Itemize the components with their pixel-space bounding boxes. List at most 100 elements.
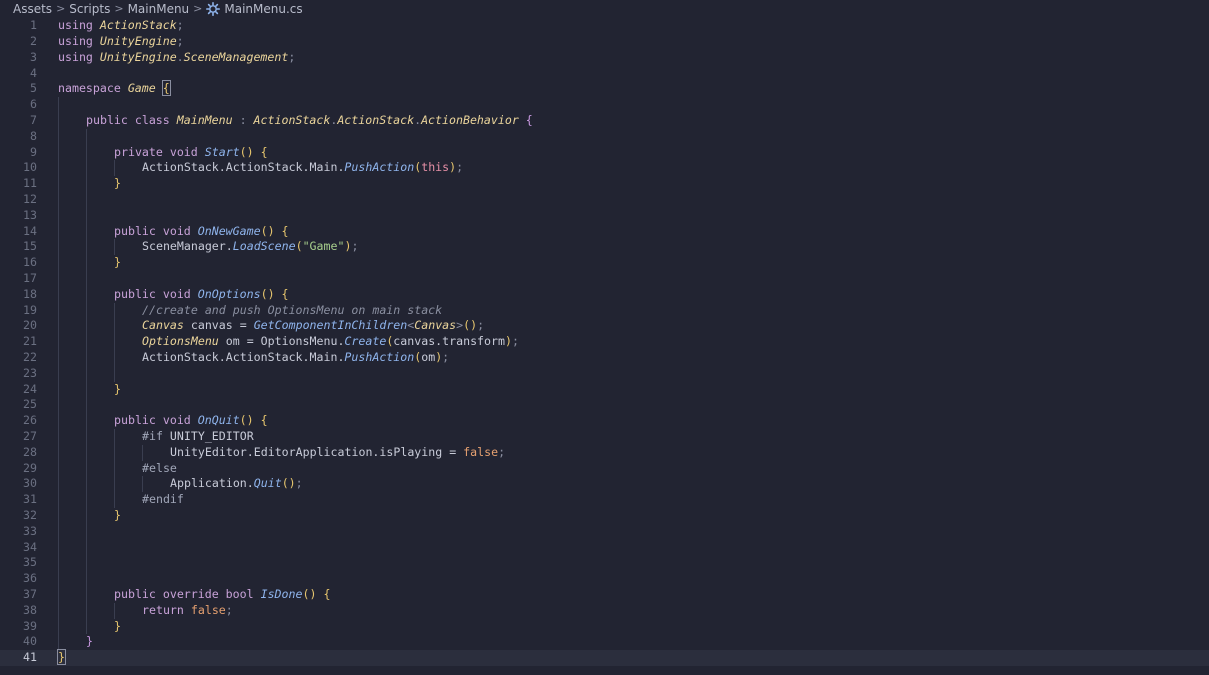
line-number: 23 [23, 365, 37, 380]
code-line[interactable]: 7 public class MainMenu : ActionStack.Act… [0, 113, 1209, 129]
code-line[interactable]: 33 [0, 523, 1209, 540]
code-token: public class [86, 113, 177, 127]
indent-guide [86, 381, 87, 398]
indent-guide [86, 223, 87, 240]
code-line[interactable]: 19 //create and push OptionsMenu on main … [0, 302, 1209, 319]
code-line[interactable]: 17 [0, 271, 1209, 287]
code-line[interactable]: 40} [0, 634, 1209, 651]
code-text: using UnityEngine; [58, 34, 184, 50]
code-line[interactable]: 24} [0, 381, 1209, 398]
breadcrumb-item-scripts[interactable]: Scripts [69, 2, 110, 16]
code-token: ; [176, 18, 184, 33]
line-number: 20 [23, 318, 37, 333]
code-text: using UnityEngine.SceneManagement; [58, 50, 295, 66]
indent-guide [86, 602, 87, 619]
code-line[interactable]: 39} [0, 618, 1209, 635]
code-line[interactable]: 10 ActionStack.ActionStack.Main.PushActio… [0, 160, 1209, 177]
code-token: ; [225, 602, 233, 617]
line-number: 41 [23, 650, 37, 665]
code-line[interactable]: 15 SceneManager.LoadScene("Game"); [0, 239, 1209, 256]
code-token: : [232, 113, 254, 127]
code-line[interactable]: 8 [0, 128, 1209, 145]
code-token: OnOptions [197, 286, 261, 301]
code-token: #if [142, 429, 170, 443]
line-number: 2 [30, 34, 37, 48]
indent-guide [114, 160, 115, 177]
code-line[interactable]: 34 [0, 539, 1209, 556]
code-line[interactable]: 2 using UnityEngine; [0, 34, 1209, 50]
indent-guide [58, 192, 59, 208]
indent-guide [86, 523, 87, 540]
breadcrumb-item-file[interactable]: MainMenu.cs [224, 2, 302, 16]
code-token: public void [114, 223, 198, 238]
indent-guide [58, 429, 59, 445]
code-line[interactable]: 30 Application.Quit(); [0, 476, 1209, 493]
code-line[interactable]: 18 public void OnOptions() { [0, 286, 1209, 303]
code-line[interactable]: 4 [0, 66, 1209, 82]
code-line[interactable]: 27 #if UNITY_EDITOR [0, 429, 1209, 445]
line-number: 17 [23, 271, 37, 285]
code-token: private void [114, 144, 205, 159]
indent-guide [86, 160, 87, 177]
line-number: 18 [23, 286, 37, 301]
line-number: 32 [23, 508, 37, 522]
code-token: #else [142, 460, 177, 475]
code-line[interactable]: 38 return false; [0, 602, 1209, 619]
line-number: 27 [23, 429, 37, 443]
code-text: Application.Quit(); [170, 476, 303, 492]
indent-guide [58, 634, 59, 651]
indent-guide [58, 539, 59, 556]
code-line[interactable]: 41} [0, 649, 1209, 666]
indent-guide [114, 444, 115, 461]
indent-guide [86, 508, 87, 524]
code-token: SceneManager. [142, 239, 233, 254]
line-number: 21 [23, 334, 37, 349]
code-line[interactable]: 13 [0, 207, 1209, 224]
code-text: #if UNITY_EDITOR [142, 429, 254, 445]
indent-guide [86, 492, 87, 508]
indent-guide [58, 207, 59, 224]
code-line[interactable]: 22 ActionStack.ActionStack.Main.PushActio… [0, 350, 1209, 366]
indent-guide [58, 176, 59, 192]
code-line[interactable]: 21 OptionsMenu om = OptionsMenu.Create(ca… [0, 334, 1209, 350]
indent-guide [86, 239, 87, 256]
code-line[interactable]: 28 UnityEditor.EditorApplication.isPlayin… [0, 444, 1209, 461]
code-line[interactable]: 5 namespace Game { [0, 80, 1209, 97]
code-token: { [281, 223, 289, 238]
code-token: this [421, 160, 450, 175]
code-line[interactable]: 12 [0, 192, 1209, 208]
code-line[interactable]: 16} [0, 255, 1209, 271]
indent-guide [58, 302, 59, 319]
code-line[interactable]: 6 [0, 97, 1209, 113]
code-text: } [57, 649, 66, 666]
code-token: } [114, 176, 121, 191]
code-line[interactable]: 37 public override bool IsDone() { [0, 587, 1209, 603]
code-line[interactable]: 25 [0, 397, 1209, 414]
code-line[interactable]: 20 Canvas canvas = GetComponentInChildren… [0, 318, 1209, 335]
breadcrumb-item-assets[interactable]: Assets [13, 2, 52, 16]
code-token: { [281, 286, 289, 301]
code-text: public void OnOptions() { [114, 287, 289, 303]
breadcrumb-item-mainmenu-folder[interactable]: MainMenu [128, 2, 190, 16]
line-number: 13 [23, 207, 37, 222]
code-line[interactable]: 31 #endif [0, 492, 1209, 508]
code-line[interactable]: 29 #else [0, 460, 1209, 477]
breadcrumb-separator: > [56, 2, 66, 15]
code-text: public override bool IsDone() { [114, 587, 330, 603]
indent-guide [58, 160, 59, 177]
code-line[interactable]: 26 public void OnQuit() { [0, 413, 1209, 429]
code-line[interactable]: 35 [0, 555, 1209, 572]
code-editor[interactable]: 1 using ActionStack; 2 using UnityEngine; 3 u… [0, 17, 1209, 675]
code-line[interactable]: 11} [0, 176, 1209, 192]
code-line[interactable]: 32} [0, 508, 1209, 524]
code-line[interactable]: 3 using UnityEngine.SceneManagement; [0, 50, 1209, 66]
indent-guide [142, 444, 143, 461]
code-line[interactable]: 23 [0, 365, 1209, 382]
code-line[interactable]: 1 using ActionStack; [0, 18, 1209, 34]
code-token: Game [127, 81, 156, 96]
indent-guide [86, 255, 87, 271]
code-token: ActionStack [337, 113, 415, 127]
code-line[interactable]: 9 private void Start() { [0, 144, 1209, 161]
code-line[interactable]: 36 [0, 571, 1209, 587]
code-line[interactable]: 14 public void OnNewGame() { [0, 223, 1209, 240]
